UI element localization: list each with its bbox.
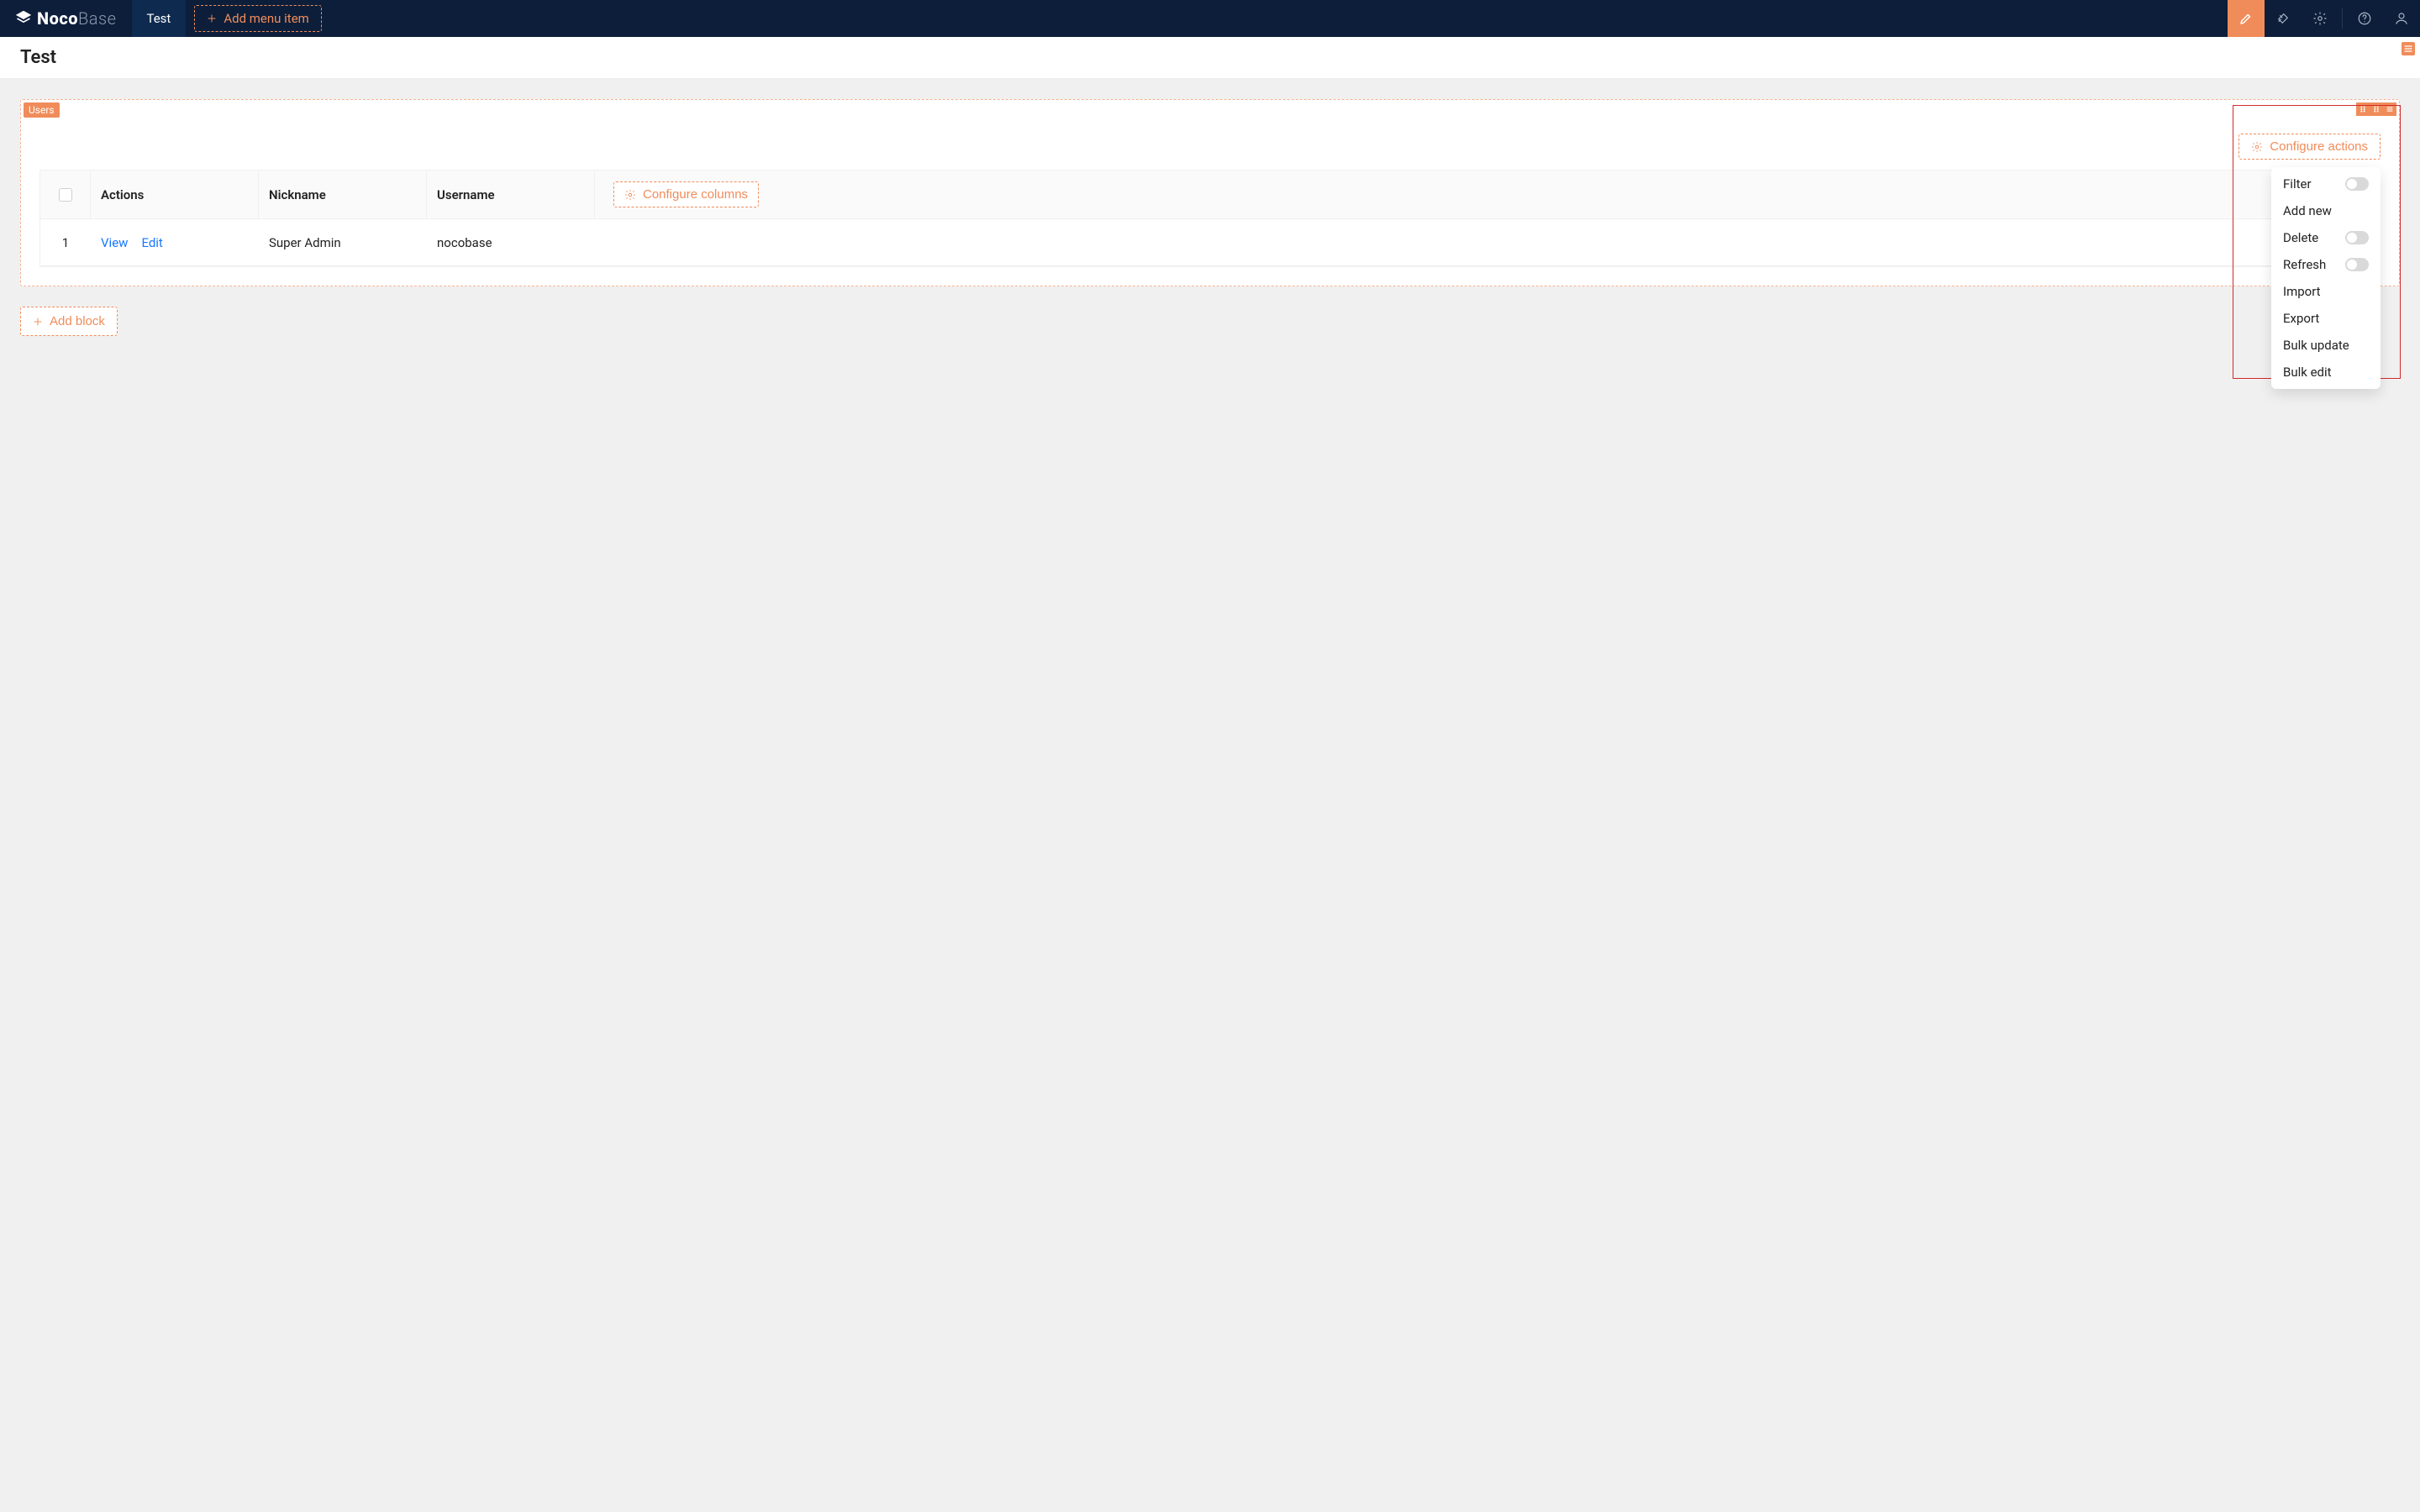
page-header: Test: [0, 37, 2420, 79]
tab-label: Test: [147, 11, 171, 26]
toggle-switch[interactable]: [2345, 258, 2369, 271]
design-mode-button[interactable]: [2228, 0, 2265, 37]
dropdown-item-label: Import: [2283, 284, 2321, 299]
th-checkbox: [40, 171, 91, 218]
page-menu-toggle[interactable]: [2402, 42, 2415, 55]
block-menu-handle[interactable]: [2383, 102, 2396, 116]
configure-actions-label: Configure actions: [2270, 139, 2368, 154]
th-configure: Configure columns: [595, 171, 2380, 218]
page-title: Test: [20, 47, 56, 68]
users-block: Users Configure actions Filter: [20, 99, 2400, 286]
user-button[interactable]: [2383, 0, 2420, 37]
dropdown-item-label: Export: [2283, 311, 2319, 326]
table-row: 1 View Edit Super Admin nocobase: [40, 219, 2380, 266]
table-header: Actions Nickname Username Configure colu…: [40, 171, 2380, 219]
dropdown-item-label: Bulk update: [2283, 338, 2349, 353]
brand-name-light: Base: [78, 8, 116, 29]
dropdown-item-import[interactable]: Import: [2271, 278, 2381, 305]
toggle-switch[interactable]: [2345, 177, 2369, 191]
block-tag: Users: [24, 102, 60, 118]
dropdown-item-add-new[interactable]: Add new: [2271, 197, 2381, 224]
dropdown-item-bulk-edit[interactable]: Bulk edit: [2271, 359, 2381, 386]
plug-icon: [2275, 11, 2291, 26]
toggle-switch[interactable]: [2345, 231, 2369, 244]
plus-icon: [207, 13, 217, 24]
dropdown-item-delete[interactable]: Delete: [2271, 224, 2381, 251]
dropdown-item-refresh[interactable]: Refresh: [2271, 251, 2381, 278]
configure-columns-label: Configure columns: [643, 187, 748, 202]
row-nickname: Super Admin: [259, 235, 427, 250]
dropdown-item-label: Delete: [2283, 230, 2318, 245]
gear-icon: [624, 189, 636, 201]
configure-actions-button[interactable]: Configure actions: [2238, 134, 2381, 160]
users-table: Actions Nickname Username Configure colu…: [39, 170, 2381, 267]
edit-link[interactable]: Edit: [141, 235, 162, 250]
th-nickname: Nickname: [259, 171, 427, 218]
block-actions-row: Configure actions Filter Add new Delete: [39, 134, 2381, 160]
dropdown-item-label: Add new: [2283, 203, 2332, 218]
toolbar-divider: [2342, 8, 2343, 29]
dropdown-item-bulk-update[interactable]: Bulk update: [2271, 332, 2381, 359]
view-link[interactable]: View: [101, 235, 128, 250]
dropdown-item-label: Filter: [2283, 176, 2312, 192]
settings-button[interactable]: [2302, 0, 2338, 37]
th-username: Username: [427, 171, 595, 218]
brand-name-bold: Noco: [37, 8, 78, 29]
user-icon: [2394, 11, 2409, 26]
add-menu-item-label: Add menu item: [224, 11, 308, 26]
add-block-label: Add block: [50, 314, 105, 328]
gear-icon: [2312, 11, 2328, 26]
plus-icon: [33, 317, 43, 327]
tab-test[interactable]: Test: [132, 0, 187, 37]
configure-columns-button[interactable]: Configure columns: [613, 181, 759, 207]
dropdown-item-label: Bulk edit: [2283, 365, 2332, 380]
plugin-button[interactable]: [2265, 0, 2302, 37]
drag-handle[interactable]: [2356, 102, 2370, 116]
dropdown-item-filter[interactable]: Filter: [2271, 171, 2381, 197]
select-all-checkbox[interactable]: [59, 188, 72, 202]
row-username: nocobase: [427, 235, 595, 250]
dropdown-item-label: Refresh: [2283, 257, 2326, 272]
topbar: NocoBase Test Add menu item: [0, 0, 2420, 37]
add-menu-item-button[interactable]: Add menu item: [194, 5, 321, 32]
th-actions: Actions: [91, 171, 259, 218]
drag-handle-2[interactable]: [2370, 102, 2383, 116]
dropdown-item-export[interactable]: Export: [2271, 305, 2381, 332]
block-handles: [2356, 102, 2396, 116]
gear-icon: [2251, 141, 2263, 153]
brand-logo: NocoBase: [0, 0, 132, 37]
help-button[interactable]: [2346, 0, 2383, 37]
row-index: 1: [40, 235, 91, 250]
add-block-button[interactable]: Add block: [20, 307, 118, 336]
menu-icon: [2403, 44, 2413, 54]
configure-actions-dropdown: Filter Add new Delete Refresh: [2271, 167, 2381, 389]
logo-mark-icon: [15, 10, 32, 27]
highlighter-icon: [2238, 11, 2254, 26]
help-icon: [2357, 11, 2372, 26]
page-content: Users Configure actions Filter: [0, 79, 2420, 1512]
row-actions-cell: View Edit: [91, 235, 259, 250]
